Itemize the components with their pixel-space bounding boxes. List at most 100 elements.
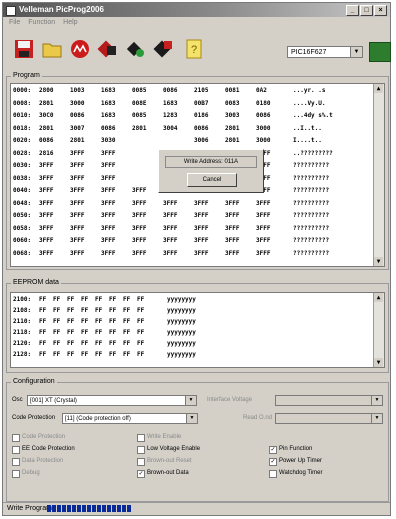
data-cell[interactable]: 2800 xyxy=(39,85,70,98)
data-cell[interactable]: 0086 xyxy=(39,135,70,148)
data-cell[interactable]: 3FFF xyxy=(194,223,225,236)
checkbox-pin-function[interactable]: ✓ Pin Function xyxy=(269,445,312,454)
data-cell[interactable]: 3FFF xyxy=(70,148,101,161)
checkbox-watchdog-timer[interactable]: Watchdog Timer xyxy=(269,469,322,478)
data-cell[interactable]: FF xyxy=(39,316,53,327)
data-cell[interactable]: 3FFF xyxy=(70,235,101,248)
data-cell[interactable]: 3004 xyxy=(163,123,194,136)
data-cell[interactable]: 3FFF xyxy=(225,198,256,211)
data-cell[interactable]: FF xyxy=(53,338,67,349)
data-cell[interactable]: FF xyxy=(123,349,137,360)
table-row[interactable]: 0068: 3FFF 3FFF 3FFF 3FFF 3FFF 3FFF 3FFF 3FFF???… xyxy=(13,248,384,261)
checkbox-low-voltage-enable[interactable]: Low Voltage Enable xyxy=(137,445,200,454)
data-cell[interactable]: 1683 xyxy=(101,110,132,123)
data-cell[interactable]: 1683 xyxy=(101,85,132,98)
data-cell[interactable]: FF xyxy=(81,294,95,305)
table-row[interactable]: 2100: FF FF FF FF FF FF FF FF yyyyyyyy xyxy=(13,294,384,305)
table-row[interactable]: 0000: 2800 1003 1683 0085 0086 2105 0081 0A2 ...y… xyxy=(13,85,384,98)
data-cell[interactable]: FF xyxy=(67,294,81,305)
data-cell[interactable]: 1683 xyxy=(163,98,194,111)
data-cell[interactable]: 3FFF xyxy=(39,160,70,173)
title-bar[interactable]: Velleman PicProg2006 _ □ × xyxy=(3,3,390,17)
table-row[interactable]: 0008: 2801 3000 1683 008E 1683 00B7 0083 0180...… xyxy=(13,98,384,111)
data-cell[interactable]: 3FFF xyxy=(101,160,132,173)
data-cell[interactable]: 3FFF xyxy=(132,198,163,211)
table-row[interactable]: 0050: 3FFF 3FFF 3FFF 3FFF 3FFF 3FFF 3FFF 3FFF???… xyxy=(13,210,384,223)
scroll-down-icon[interactable]: ▼ xyxy=(374,257,383,266)
data-cell[interactable]: 3FFF xyxy=(225,248,256,261)
data-cell[interactable]: FF xyxy=(95,327,109,338)
data-cell[interactable]: 3FFF xyxy=(194,210,225,223)
data-cell[interactable]: 0086 xyxy=(256,110,287,123)
menu-help[interactable]: Help xyxy=(63,17,77,28)
data-cell[interactable]: FF xyxy=(123,338,137,349)
checkbox-box[interactable] xyxy=(137,446,145,454)
data-cell[interactable]: 3FFF xyxy=(163,198,194,211)
data-cell[interactable]: 3FFF xyxy=(225,223,256,236)
data-cell[interactable]: FF xyxy=(95,294,109,305)
data-cell[interactable]: FF xyxy=(67,338,81,349)
data-cell[interactable]: 3FFF xyxy=(70,173,101,186)
data-cell[interactable]: FF xyxy=(39,294,53,305)
data-cell[interactable]: 3FFF xyxy=(132,223,163,236)
data-cell[interactable]: 3FFF xyxy=(163,235,194,248)
data-cell[interactable]: FF xyxy=(67,327,81,338)
data-cell[interactable]: FF xyxy=(67,316,81,327)
data-cell[interactable]: FF xyxy=(137,338,151,349)
data-cell[interactable]: 3FFF xyxy=(163,210,194,223)
read-icon[interactable] xyxy=(153,38,175,60)
data-cell[interactable]: 3003 xyxy=(225,110,256,123)
data-cell[interactable]: FF xyxy=(109,316,123,327)
maximize-button[interactable]: □ xyxy=(360,5,373,16)
save-icon[interactable] xyxy=(13,38,35,60)
data-cell[interactable]: FF xyxy=(53,294,67,305)
data-cell[interactable]: 3FFF xyxy=(132,235,163,248)
data-cell[interactable]: FF xyxy=(137,327,151,338)
checkbox-box[interactable] xyxy=(12,446,20,454)
data-cell[interactable] xyxy=(132,135,163,148)
checkbox-ee-code-protection[interactable]: EE Code Protection xyxy=(12,445,75,454)
data-cell[interactable]: FF xyxy=(123,327,137,338)
data-cell[interactable]: 0083 xyxy=(225,98,256,111)
data-cell[interactable]: 3FFF xyxy=(225,210,256,223)
data-cell[interactable]: 3FFF xyxy=(39,223,70,236)
scroll-down-icon[interactable]: ▼ xyxy=(374,358,383,367)
data-cell[interactable]: 0086 xyxy=(101,123,132,136)
data-cell[interactable]: 0086 xyxy=(194,123,225,136)
scroll-up-icon[interactable]: ▲ xyxy=(374,84,383,93)
cancel-button[interactable]: Cancel xyxy=(187,173,237,187)
data-cell[interactable]: 3FFF xyxy=(101,198,132,211)
data-cell[interactable] xyxy=(163,135,194,148)
data-cell[interactable]: 0180 xyxy=(256,98,287,111)
data-cell[interactable]: FF xyxy=(137,316,151,327)
data-cell[interactable]: 3FFF xyxy=(256,223,287,236)
data-cell[interactable]: FF xyxy=(53,316,67,327)
data-cell[interactable]: FF xyxy=(109,349,123,360)
data-cell[interactable]: FF xyxy=(39,305,53,316)
data-cell[interactable]: 3FFF xyxy=(163,248,194,261)
data-cell[interactable]: 3FFF xyxy=(39,173,70,186)
data-cell[interactable]: FF xyxy=(95,338,109,349)
data-cell[interactable]: 3000 xyxy=(256,135,287,148)
data-cell[interactable]: 3FFF xyxy=(194,235,225,248)
data-cell[interactable]: 2801 xyxy=(225,123,256,136)
data-cell[interactable]: 2801 xyxy=(70,135,101,148)
close-button[interactable]: × xyxy=(374,5,387,16)
data-cell[interactable]: 3007 xyxy=(70,123,101,136)
data-cell[interactable]: 3FFF xyxy=(70,210,101,223)
chevron-down-icon[interactable]: ▼ xyxy=(186,414,197,423)
data-cell[interactable]: FF xyxy=(53,349,67,360)
table-row[interactable]: 0018: 2801 3007 0086 2801 3004 0086 2801 3000 ..I… xyxy=(13,123,384,136)
data-cell[interactable]: 3FFF xyxy=(163,223,194,236)
data-cell[interactable]: 1003 xyxy=(70,85,101,98)
data-cell[interactable]: FF xyxy=(53,327,67,338)
data-cell[interactable]: 2816 xyxy=(39,148,70,161)
data-cell[interactable]: 3FFF xyxy=(225,235,256,248)
data-cell[interactable]: FF xyxy=(137,305,151,316)
checkbox-brown-out-data[interactable]: ✓ Brown-out Data xyxy=(137,469,189,478)
data-cell[interactable]: FF xyxy=(137,294,151,305)
data-cell[interactable]: 0085 xyxy=(132,85,163,98)
table-row[interactable]: 2120: FF FF FF FF FF FF FF FF yyyyyyyy xyxy=(13,338,384,349)
data-cell[interactable]: 3FFF xyxy=(70,248,101,261)
data-cell[interactable]: FF xyxy=(95,349,109,360)
